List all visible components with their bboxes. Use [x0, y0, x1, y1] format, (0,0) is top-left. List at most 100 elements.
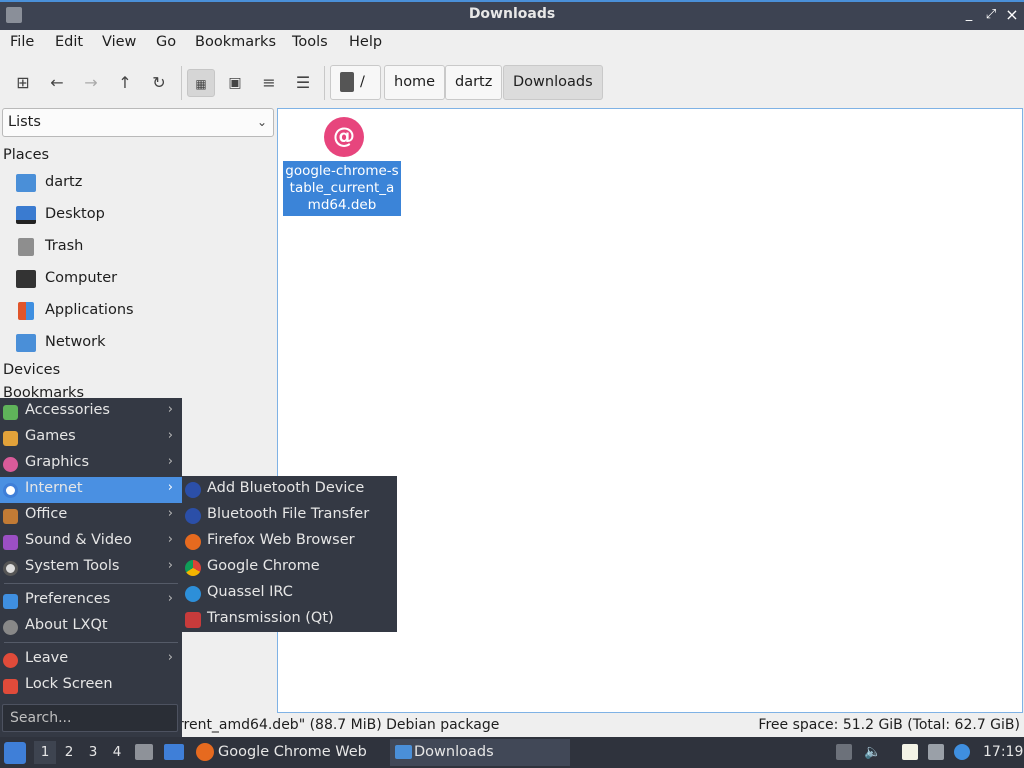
menu-about-lxqt[interactable]: About LXQt — [0, 614, 182, 640]
side-panel-mode-select[interactable]: Lists ⌄ — [2, 108, 274, 137]
main-menu-icon[interactable] — [4, 742, 26, 764]
network-icon[interactable] — [928, 744, 944, 760]
transmission-icon — [185, 612, 201, 628]
workspace-4[interactable]: 4 — [106, 741, 128, 764]
removable-media-icon[interactable] — [836, 744, 852, 760]
menu-bookmarks[interactable]: Bookmarks — [195, 34, 276, 50]
chevron-right-icon: › — [167, 650, 173, 665]
accessories-icon — [3, 405, 18, 420]
free-space-status: Free space: 51.2 GiB (Total: 62.7 GiB) — [758, 717, 1020, 733]
submenu-item-bluetooth-file-transfer[interactable]: Bluetooth File Transfer — [182, 503, 397, 529]
quassel-icon — [185, 586, 201, 602]
workspace-1[interactable]: 1 — [34, 741, 56, 764]
menu-category-internet[interactable]: Internet › — [0, 477, 182, 503]
menu-file[interactable]: File — [10, 34, 34, 50]
toolbar: ⊞ ← → ↑ ↻ ▦ ▣ ≡ ☰ / home dartz Downloads — [0, 60, 1024, 104]
breadcrumb-dartz[interactable]: dartz — [445, 65, 503, 100]
home-folder-icon — [16, 174, 36, 192]
office-icon — [3, 509, 18, 524]
submenu-item-transmission[interactable]: Transmission (Qt) — [182, 607, 397, 633]
trash-icon — [18, 238, 34, 256]
menu-edit[interactable]: Edit — [55, 34, 83, 50]
back-arrow-icon[interactable]: ← — [43, 69, 71, 97]
compact-view-icon[interactable]: ≡ — [255, 69, 283, 97]
forward-arrow-icon[interactable]: → — [77, 69, 105, 97]
task-google-chrome[interactable]: Google Chrome Web ... — [194, 739, 384, 766]
reload-icon[interactable]: ↻ — [145, 69, 173, 97]
window-title: Downloads — [468, 6, 556, 22]
chevron-right-icon: › — [167, 454, 173, 469]
menu-category-sound-video[interactable]: Sound & Video › — [0, 529, 182, 555]
breadcrumb-root[interactable]: / — [330, 65, 381, 100]
close-button[interactable]: × — [1003, 6, 1021, 24]
chevron-right-icon: › — [167, 591, 173, 606]
breadcrumb-downloads[interactable]: Downloads — [503, 65, 603, 100]
menu-category-system-tools[interactable]: System Tools › — [0, 555, 182, 581]
menu-preferences[interactable]: Preferences › — [0, 588, 182, 614]
minimize-button[interactable]: _ — [960, 6, 978, 24]
task-downloads[interactable]: Downloads — [390, 739, 570, 766]
menu-lock-screen[interactable]: Lock Screen — [0, 673, 182, 699]
menu-leave[interactable]: Leave › — [0, 647, 182, 673]
menu-separator — [4, 642, 178, 643]
submenu-item-add-bluetooth-device[interactable]: Add Bluetooth Device — [182, 477, 397, 503]
place-item-desktop[interactable]: Desktop — [16, 204, 266, 228]
firefox-icon — [185, 534, 201, 550]
network-folder-icon — [16, 334, 36, 352]
detailed-list-view-icon[interactable]: ☰ — [289, 69, 317, 97]
places-header: Places — [3, 147, 50, 163]
file-manager-launcher-icon[interactable] — [135, 744, 153, 760]
toolbar-separator — [181, 66, 182, 100]
update-notifier-icon[interactable] — [954, 744, 970, 760]
workspace-2[interactable]: 2 — [58, 741, 80, 764]
computer-icon — [16, 270, 36, 288]
new-tab-icon[interactable]: ⊞ — [9, 69, 37, 97]
submenu-item-firefox[interactable]: Firefox Web Browser — [182, 529, 397, 555]
menu-help[interactable]: Help — [349, 34, 382, 50]
icon-view-icon[interactable]: ▦ — [187, 69, 215, 97]
chevron-right-icon: › — [167, 402, 173, 417]
taskbar: 1 2 3 4 Google Chrome Web ... Downloads … — [0, 737, 1024, 768]
application-menu: Accessories › Games › Graphics › Interne… — [0, 398, 182, 738]
up-arrow-icon[interactable]: ↑ — [111, 69, 139, 97]
menu-go[interactable]: Go — [156, 34, 176, 50]
bluetooth-icon — [185, 482, 201, 498]
place-item-applications[interactable]: Applications — [16, 300, 266, 324]
applications-icon — [18, 302, 34, 320]
graphics-icon — [3, 457, 18, 472]
window-titlebar[interactable]: Downloads _ ⤢ × — [0, 0, 1024, 30]
breadcrumb-home[interactable]: home — [384, 65, 446, 100]
place-item-network[interactable]: Network — [16, 332, 266, 356]
system-tools-icon — [3, 561, 18, 576]
menu-separator — [4, 583, 178, 584]
lock-icon — [3, 679, 18, 694]
workspace-3[interactable]: 3 — [82, 741, 104, 764]
show-desktop-icon[interactable] — [164, 744, 184, 760]
menu-category-graphics[interactable]: Graphics › — [0, 451, 182, 477]
clipboard-icon[interactable] — [902, 744, 918, 760]
menu-tools[interactable]: Tools — [292, 34, 328, 50]
submenu-item-quassel-irc[interactable]: Quassel IRC — [182, 581, 397, 607]
place-item-dartz[interactable]: dartz — [16, 172, 266, 196]
place-item-computer[interactable]: Computer — [16, 268, 266, 292]
menu-view[interactable]: View — [102, 34, 136, 50]
info-icon — [3, 620, 18, 635]
folder-icon — [395, 745, 412, 759]
chevron-right-icon: › — [167, 506, 173, 521]
internet-icon — [3, 483, 18, 498]
volume-icon[interactable]: 🔈 — [864, 744, 881, 760]
chevron-right-icon: › — [167, 558, 173, 573]
menu-category-accessories[interactable]: Accessories › — [0, 399, 182, 425]
maximize-button[interactable]: ⤢ — [982, 6, 1000, 24]
chevron-down-icon: ⌄ — [256, 115, 267, 129]
menu-search-input[interactable]: Search... — [2, 704, 178, 732]
submenu-item-google-chrome[interactable]: Google Chrome — [182, 555, 397, 581]
toolbar-separator — [324, 66, 325, 100]
menu-category-office[interactable]: Office › — [0, 503, 182, 529]
menu-category-games[interactable]: Games › — [0, 425, 182, 451]
place-item-trash[interactable]: Trash — [16, 236, 266, 260]
clock[interactable]: 17:19 — [983, 737, 1023, 768]
file-name-label: google-chrome-stable_current_amd64.deb — [283, 161, 401, 216]
power-icon — [3, 653, 18, 668]
thumbnail-view-icon[interactable]: ▣ — [221, 69, 249, 97]
